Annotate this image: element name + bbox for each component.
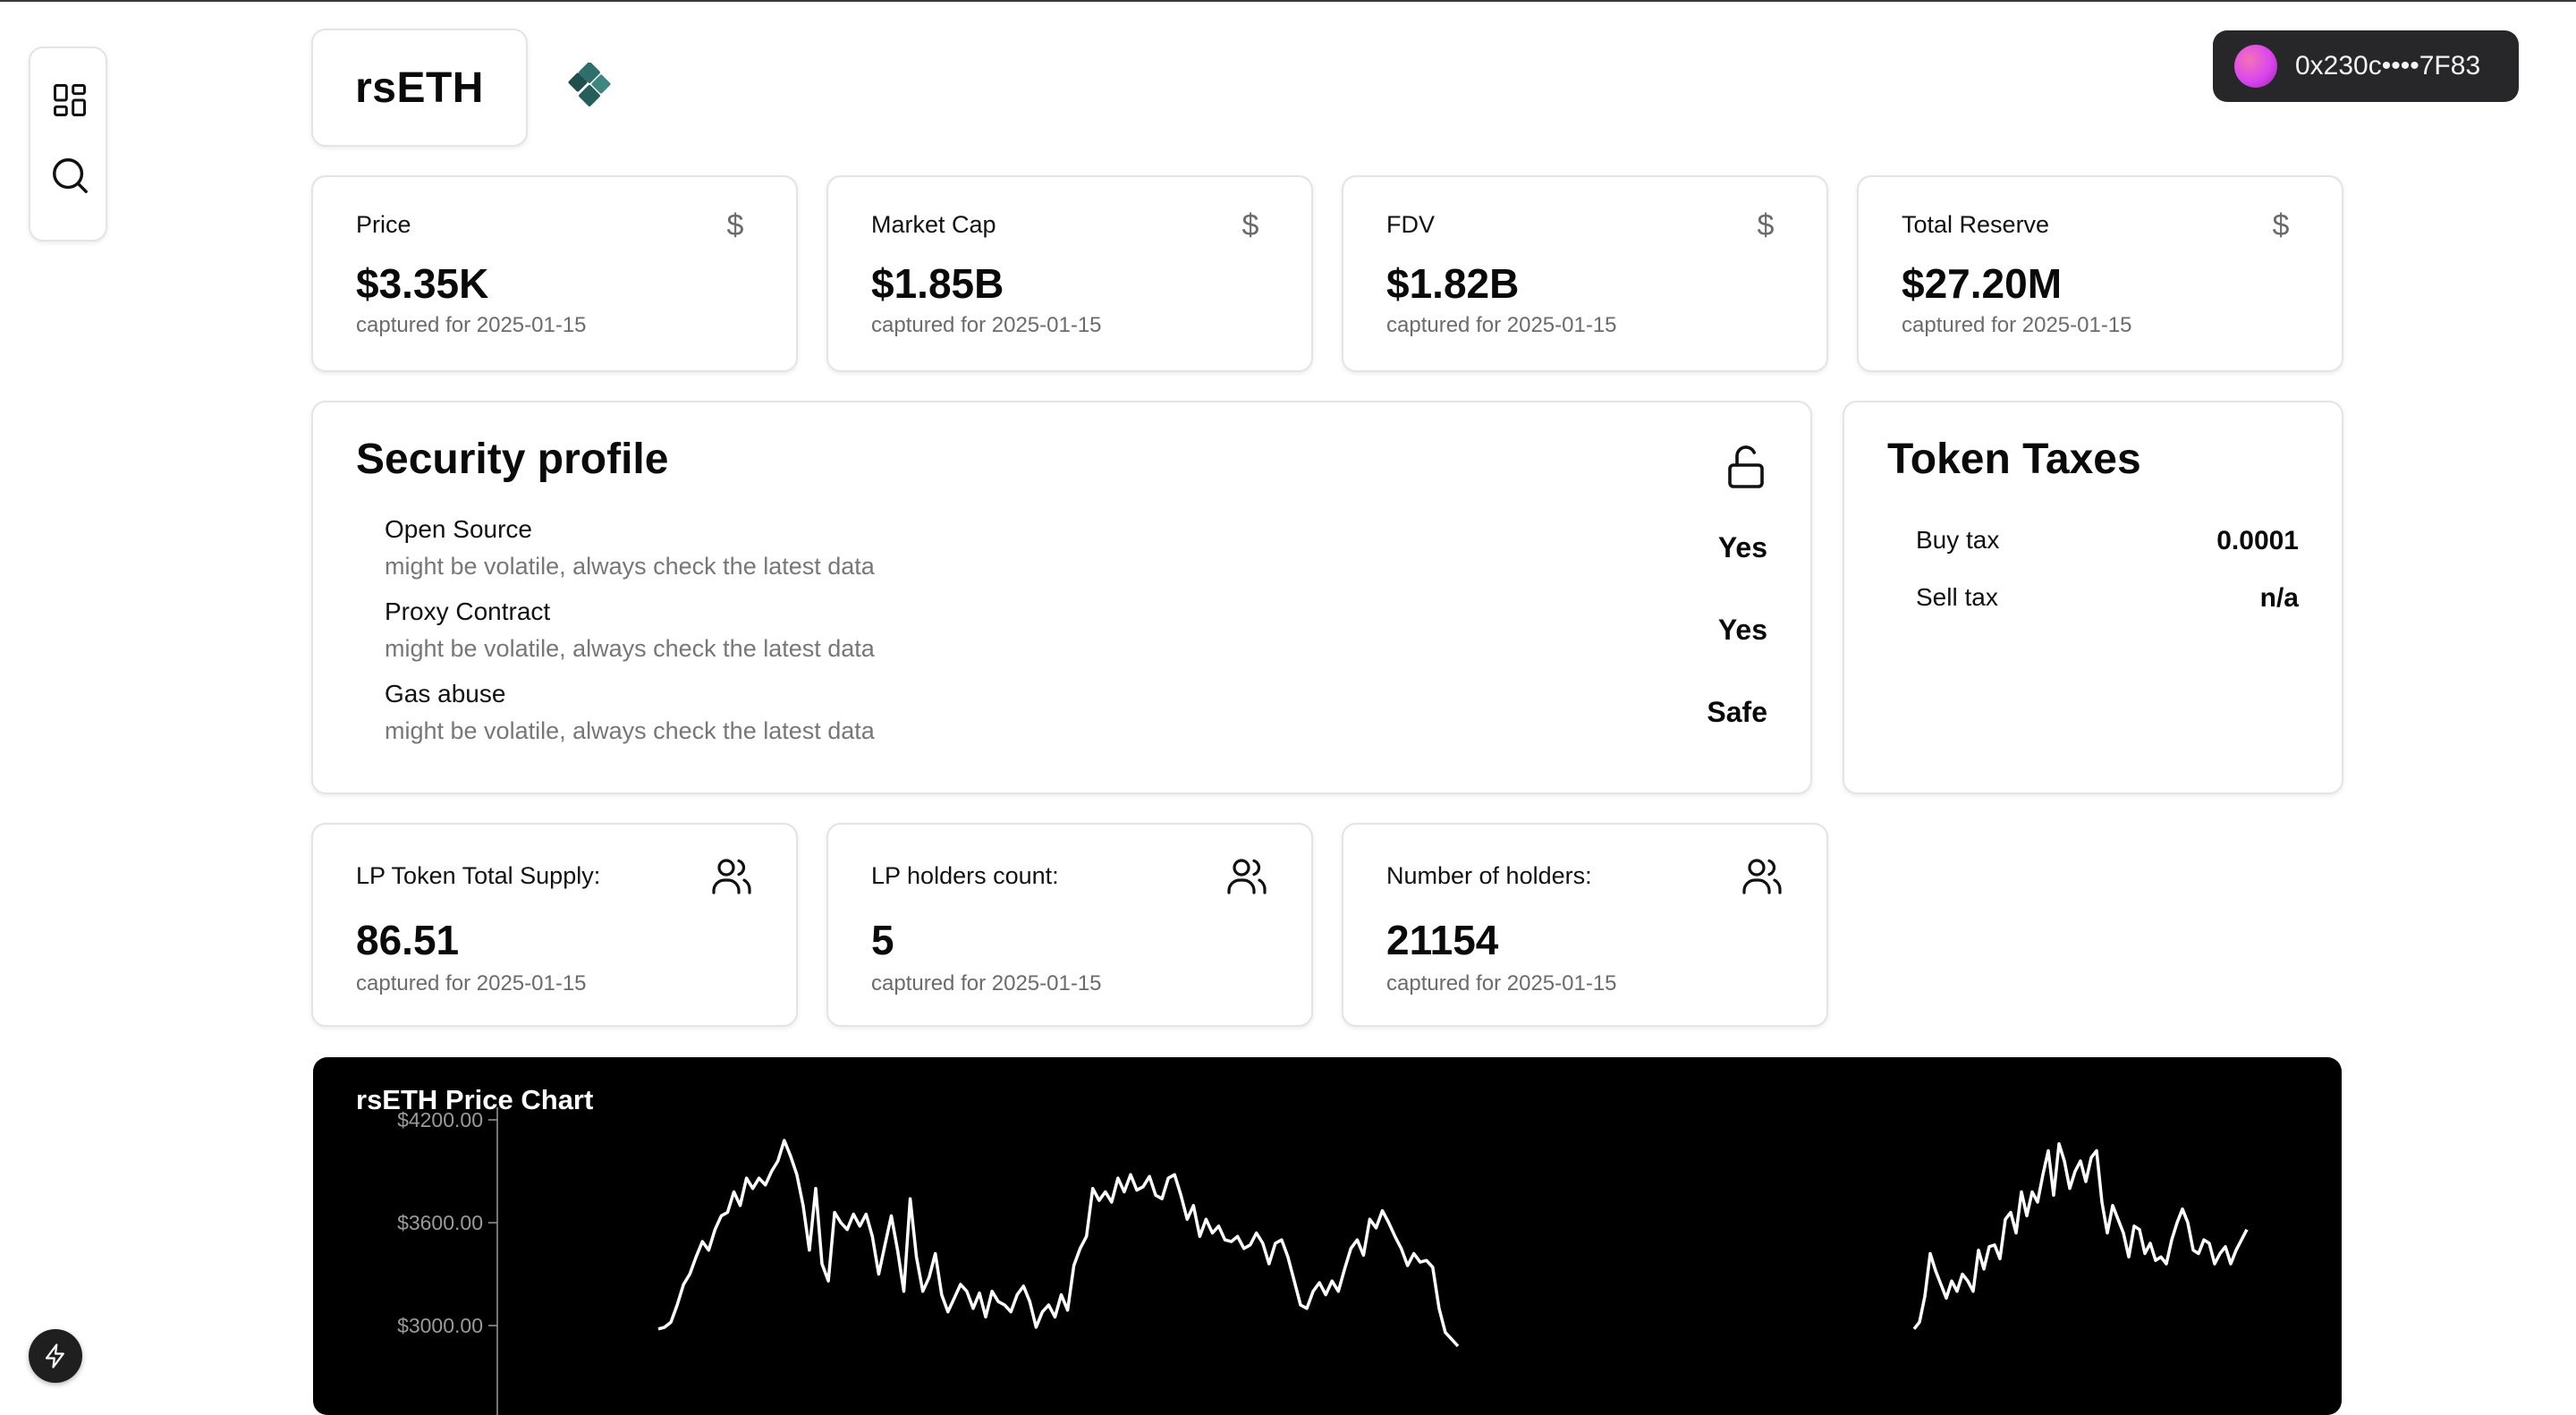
stat-value: 5 (871, 917, 894, 963)
price-chart[interactable]: $4200.00 $3600.00 $3000.00 (313, 1057, 2342, 1415)
stat-value: $1.85B (871, 260, 1004, 307)
stat-label: Number of holders: (1386, 862, 1592, 889)
security-row-note: might be volatile, always check the late… (385, 717, 875, 744)
fdv-card: FDV $ $1.82B captured for 2025-01-15 (1342, 175, 1828, 372)
quick-action-button[interactable] (29, 1329, 82, 1383)
security-row-name: Gas abuse (385, 680, 506, 708)
users-icon (712, 859, 751, 894)
price-card: Price $ $3.35K captured for 2025-01-15 (311, 175, 798, 372)
y-tick-label: $4200.00 (397, 1108, 483, 1131)
number-of-holders-card: Number of holders: 21154 captured for 20… (1342, 823, 1828, 1027)
wallet-address: 0x230c••••7F83 (2295, 51, 2481, 80)
wallet-button[interactable]: 0x230c••••7F83 (2213, 30, 2519, 102)
dollar-icon: $ (2272, 208, 2290, 242)
dashboard-button[interactable] (48, 79, 91, 122)
stat-label: LP Token Total Supply: (356, 862, 601, 889)
security-row-name: Proxy Contract (385, 597, 551, 625)
security-row-gas-abuse: Gas abuse might be volatile, always chec… (385, 680, 1767, 751)
stat-label: Total Reserve (1902, 211, 2050, 238)
stat-caption: captured for 2025-01-15 (356, 971, 587, 996)
stat-label: LP holders count: (871, 862, 1059, 889)
security-row-result: Safe (1707, 696, 1767, 728)
taxes-title: Token Taxes (1887, 436, 2141, 483)
tax-row-buy: Buy tax 0.0001 (1916, 526, 2299, 562)
security-row-result: Yes (1717, 614, 1767, 646)
dashboard-grid-icon (54, 84, 86, 116)
stat-label: FDV (1386, 211, 1435, 238)
security-row-result: Yes (1717, 531, 1767, 563)
security-row-open-source: Open Source might be volatile, always ch… (385, 515, 1767, 587)
security-row-note: might be volatile, always check the late… (385, 635, 875, 662)
wallet-avatar (2234, 45, 2277, 88)
token-name-badge: rsETH (311, 29, 528, 147)
stat-label: Market Cap (871, 211, 996, 238)
security-profile-card: Security profile Open Source might be vo… (311, 401, 1812, 794)
lp-token-supply-card: LP Token Total Supply: 86.51 captured fo… (311, 823, 798, 1027)
market-cap-card: Market Cap $ $1.85B captured for 2025-01… (826, 175, 1313, 372)
kelp-dao-logo (568, 63, 611, 106)
stat-caption: captured for 2025-01-15 (1902, 313, 2132, 337)
bolt-icon (45, 1343, 64, 1368)
tax-value: 0.0001 (2216, 526, 2299, 555)
window-top-border (0, 0, 2576, 2)
stat-caption: captured for 2025-01-15 (1386, 313, 1617, 337)
search-icon (53, 158, 88, 193)
y-tick-label: $3600.00 (397, 1211, 483, 1234)
price-chart-card: rsETH Price Chart $4200.00 $3600.00 $3000.… (313, 1057, 2342, 1415)
stat-value: 21154 (1386, 917, 1499, 963)
stat-caption: captured for 2025-01-15 (871, 313, 1102, 337)
tax-label: Buy tax (1916, 526, 2000, 554)
price-line-segment (1912, 1142, 2249, 1330)
stat-label: Price (356, 211, 411, 238)
stat-caption: captured for 2025-01-15 (1386, 971, 1617, 996)
token-name: rsETH (355, 64, 484, 112)
dollar-icon: $ (726, 208, 744, 242)
unlock-icon (1728, 445, 1764, 488)
tax-row-sell: Sell tax n/a (1916, 583, 2299, 619)
sidebar-rail (29, 47, 107, 241)
stat-value: $3.35K (356, 260, 489, 307)
tax-value: n/a (2259, 583, 2299, 613)
total-reserve-card: Total Reserve $ $27.20M captured for 202… (1857, 175, 2343, 372)
users-icon (1742, 859, 1782, 894)
stat-value: 86.51 (356, 917, 460, 963)
stat-value: $27.20M (1902, 260, 2063, 307)
security-title: Security profile (356, 436, 669, 483)
stat-value: $1.82B (1386, 260, 1520, 307)
token-taxes-card: Token Taxes Buy tax 0.0001 Sell tax n/a (1843, 401, 2343, 794)
stat-caption: captured for 2025-01-15 (871, 971, 1102, 996)
security-row-name: Open Source (385, 515, 532, 543)
price-line-segment (657, 1139, 1460, 1348)
stat-caption: captured for 2025-01-15 (356, 313, 587, 337)
y-tick-label: $3000.00 (397, 1314, 483, 1337)
lp-holders-count-card: LP holders count: 5 captured for 2025-01… (826, 823, 1313, 1027)
users-icon (1227, 859, 1267, 894)
security-row-proxy-contract: Proxy Contract might be volatile, always… (385, 597, 1767, 669)
tax-label: Sell tax (1916, 583, 1998, 611)
dollar-icon: $ (1241, 208, 1259, 242)
search-button[interactable] (48, 154, 91, 197)
dollar-icon: $ (1757, 208, 1775, 242)
security-row-note: might be volatile, always check the late… (385, 553, 875, 580)
